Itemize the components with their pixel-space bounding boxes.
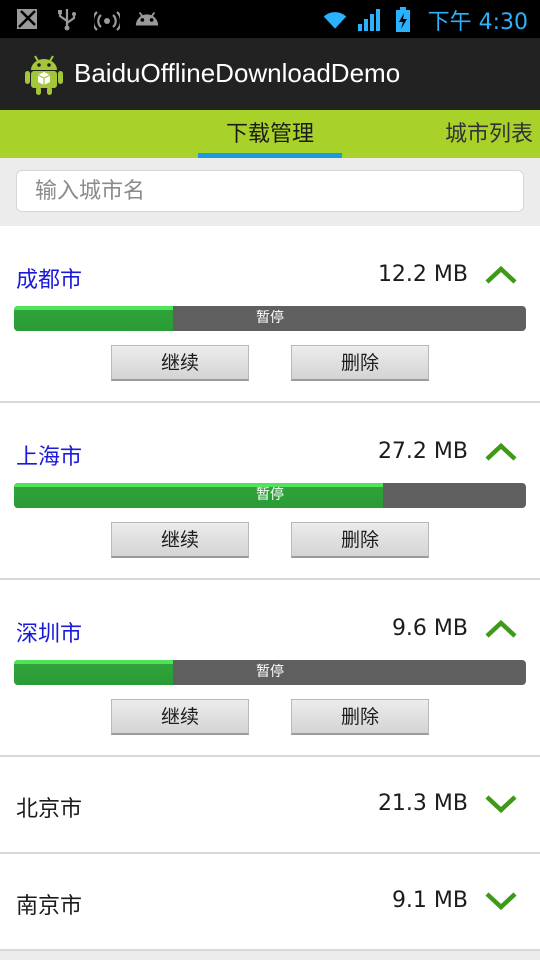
status-time: 下午 4:30 bbox=[427, 10, 528, 35]
app-title: BaiduOfflineDownloadDemo bbox=[74, 58, 401, 88]
continue-button[interactable]: 继续 bbox=[111, 522, 249, 558]
list-item[interactable]: 成都市 12.2 MB 暂停 继续 删除 bbox=[0, 226, 540, 403]
progress-status: 暂停 bbox=[256, 487, 284, 503]
download-list: 成都市 12.2 MB 暂停 继续 删除 上海市 27.2 MB 暂停 继续 删… bbox=[0, 226, 540, 951]
progress-status: 暂停 bbox=[256, 310, 284, 326]
chevron-up-icon[interactable] bbox=[484, 618, 518, 640]
city-name: 上海市 bbox=[16, 445, 83, 470]
download-progress-bar: 暂停 bbox=[14, 306, 526, 331]
chevron-down-icon[interactable] bbox=[484, 793, 518, 815]
chevron-down-icon[interactable] bbox=[484, 890, 518, 912]
android-debug-icon bbox=[134, 6, 160, 32]
system-icons: 下午 4:30 bbox=[322, 4, 528, 36]
android-app-icon[interactable] bbox=[22, 52, 66, 96]
download-progress-bar: 暂停 bbox=[14, 483, 526, 508]
delete-button[interactable]: 删除 bbox=[291, 522, 429, 558]
file-size: 12.2 MB bbox=[377, 262, 468, 287]
search-bar bbox=[0, 158, 540, 226]
continue-button[interactable]: 继续 bbox=[111, 699, 249, 735]
delete-button[interactable]: 删除 bbox=[291, 699, 429, 735]
tab-city-list[interactable]: 城市列表 bbox=[445, 116, 533, 148]
notification-icons bbox=[14, 6, 160, 32]
file-size: 9.6 MB bbox=[391, 616, 468, 641]
chevron-up-icon[interactable] bbox=[484, 264, 518, 286]
chevron-up-icon[interactable] bbox=[484, 441, 518, 463]
list-item[interactable]: 北京市 21.3 MB bbox=[0, 757, 540, 854]
list-item[interactable]: 上海市 27.2 MB 暂停 继续 删除 bbox=[0, 403, 540, 580]
city-name: 南京市 bbox=[16, 894, 83, 919]
no-sim-icon bbox=[14, 6, 40, 32]
signal-icon bbox=[356, 7, 382, 33]
progress-status: 暂停 bbox=[256, 664, 284, 680]
wifi-icon bbox=[322, 7, 348, 33]
status-bar: 下午 4:30 bbox=[0, 0, 540, 38]
city-name: 成都市 bbox=[16, 268, 83, 293]
list-item[interactable]: 深圳市 9.6 MB 暂停 继续 删除 bbox=[0, 580, 540, 757]
delete-button[interactable]: 删除 bbox=[291, 345, 429, 381]
download-progress-bar: 暂停 bbox=[14, 660, 526, 685]
file-size: 21.3 MB bbox=[377, 791, 468, 816]
file-size: 27.2 MB bbox=[377, 439, 468, 464]
city-name: 深圳市 bbox=[16, 622, 83, 647]
file-size: 9.1 MB bbox=[391, 888, 468, 913]
tab-strip: 下载管理 城市列表 bbox=[0, 110, 540, 158]
wifi-hotspot-icon bbox=[94, 6, 120, 32]
city-search-input[interactable] bbox=[16, 170, 524, 212]
action-bar: BaiduOfflineDownloadDemo bbox=[0, 38, 540, 111]
tab-download-management[interactable]: 下载管理 bbox=[198, 116, 342, 148]
continue-button[interactable]: 继续 bbox=[111, 345, 249, 381]
list-item[interactable]: 南京市 9.1 MB bbox=[0, 854, 540, 951]
battery-charging-icon bbox=[390, 7, 416, 33]
usb-icon bbox=[54, 6, 80, 32]
city-name: 北京市 bbox=[16, 797, 83, 822]
